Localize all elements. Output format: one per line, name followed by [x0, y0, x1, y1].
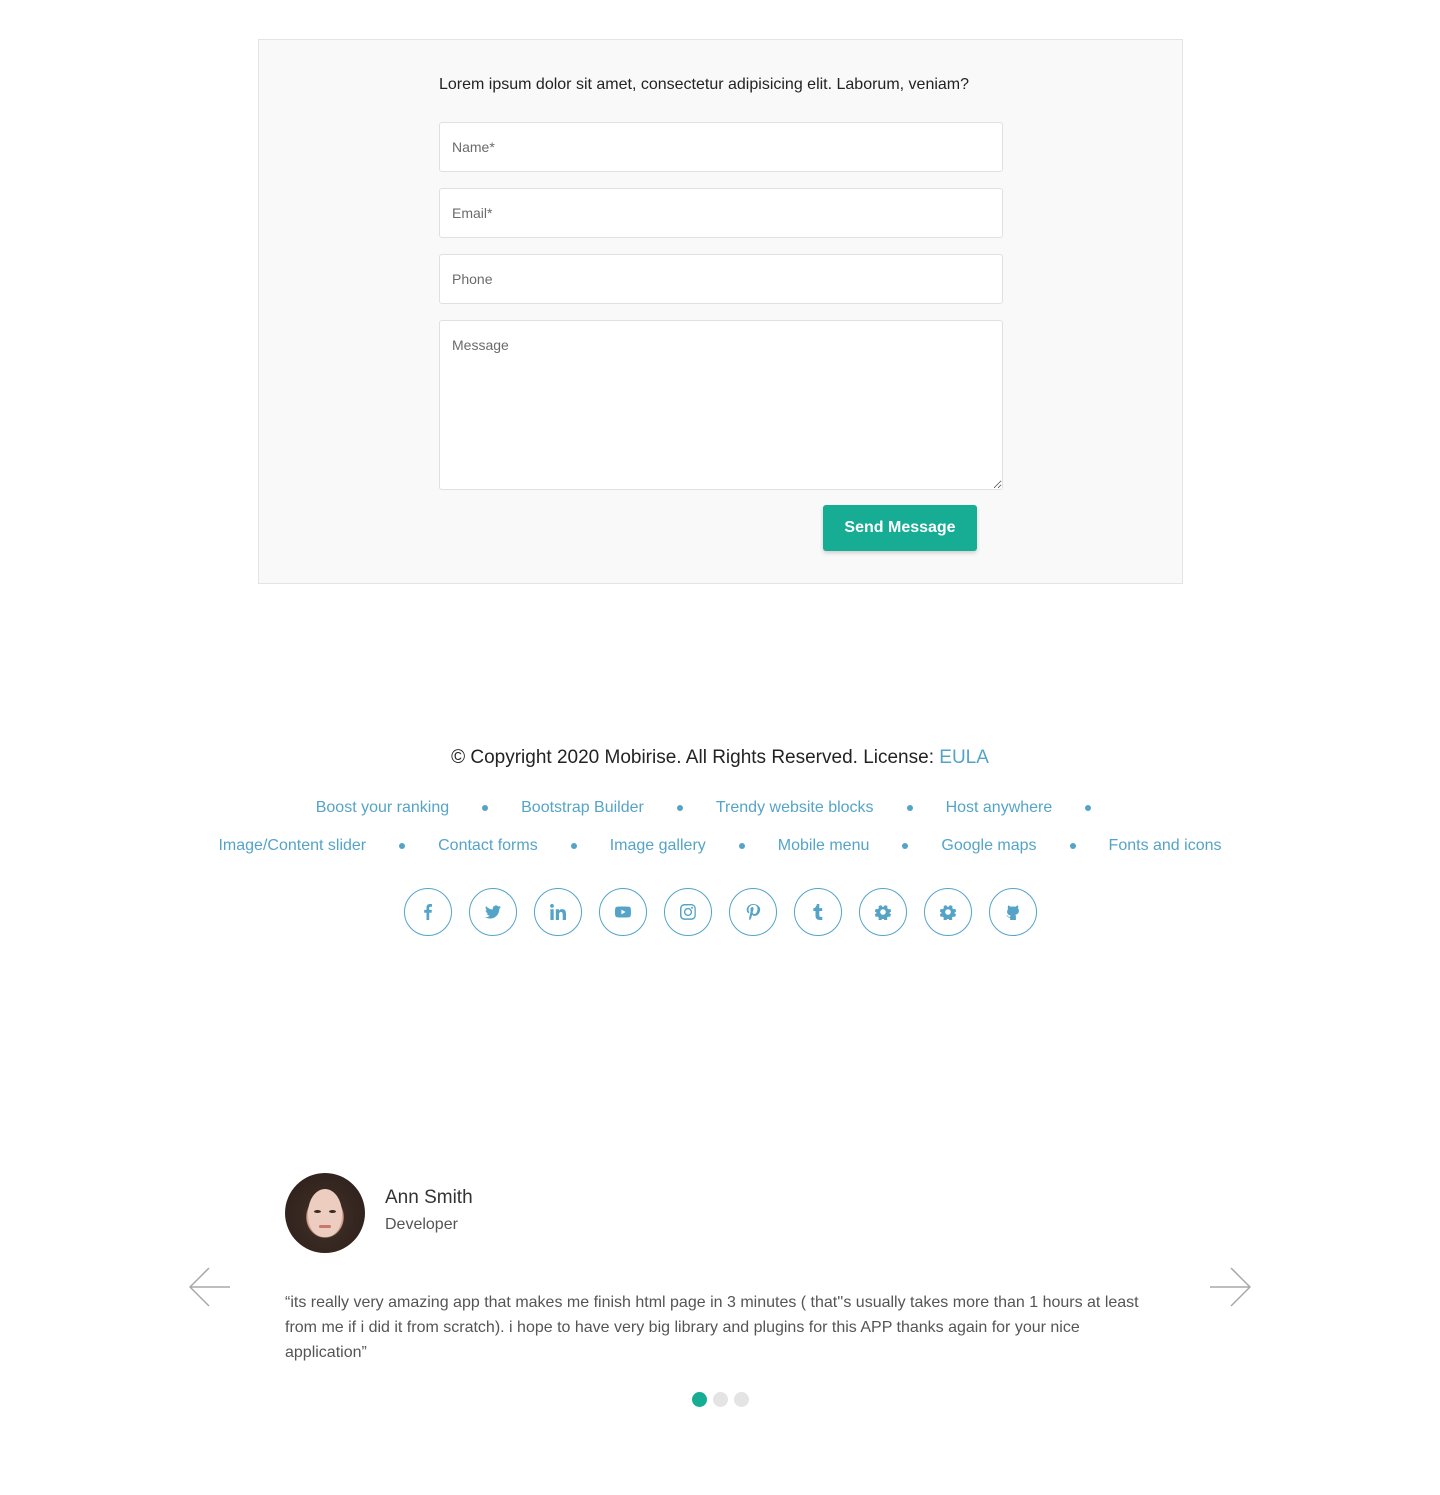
- footer-link-bootstrap-builder[interactable]: Bootstrap Builder: [521, 799, 644, 817]
- separator-dot: [1069, 843, 1076, 849]
- footer-link-fonts-icons[interactable]: Fonts and icons: [1109, 837, 1222, 855]
- email-input[interactable]: [439, 188, 1003, 238]
- footer-link-image-gallery[interactable]: Image gallery: [610, 837, 706, 855]
- footer-link-mobile-menu[interactable]: Mobile menu: [778, 837, 870, 855]
- avatar-mouth: [319, 1225, 331, 1228]
- linkedin-icon[interactable]: [533, 888, 582, 936]
- social-icons: [0, 888, 1440, 936]
- footer-link-trendy-blocks[interactable]: Trendy website blocks: [716, 799, 874, 817]
- separator-dot: [399, 843, 406, 849]
- gear-icon[interactable]: [923, 888, 972, 936]
- carousel-next-arrow[interactable]: [1209, 1267, 1252, 1307]
- message-textarea[interactable]: [439, 320, 1003, 490]
- carousel-indicator-3[interactable]: [733, 1392, 749, 1407]
- name-input[interactable]: [439, 122, 1003, 172]
- pinterest-icon[interactable]: [728, 888, 777, 936]
- phone-input[interactable]: [439, 254, 1003, 304]
- separator-dot: [482, 805, 489, 811]
- footer-link-host-anywhere[interactable]: Host anywhere: [946, 799, 1053, 817]
- twitter-icon[interactable]: [468, 888, 517, 936]
- carousel-prev-arrow[interactable]: [188, 1267, 231, 1307]
- footer-links-row-2: Image/Content slider Contact forms Image…: [0, 837, 1440, 855]
- separator-dot: [738, 843, 745, 849]
- separator-dot: [906, 805, 913, 811]
- avatar-eye: [314, 1210, 321, 1213]
- youtube-icon[interactable]: [598, 888, 647, 936]
- carousel-indicator-2[interactable]: [712, 1392, 728, 1407]
- send-message-button[interactable]: Send Message: [823, 505, 977, 551]
- copyright-text: © Copyright 2020 Mobirise. All Rights Re…: [0, 747, 1440, 769]
- instagram-icon[interactable]: [663, 888, 712, 936]
- separator-dot: [676, 805, 683, 811]
- separator-dot: [1085, 805, 1092, 811]
- footer-links-row-1: Boost your ranking Bootstrap Builder Tre…: [0, 799, 1440, 817]
- testimonial-quote: “its really very amazing app that makes …: [285, 1294, 1139, 1361]
- github-icon[interactable]: [988, 888, 1037, 936]
- avatar: [285, 1173, 365, 1253]
- avatar-eye: [329, 1210, 336, 1213]
- facebook-icon[interactable]: [403, 888, 452, 936]
- footer-link-image-slider[interactable]: Image/Content slider: [218, 837, 366, 855]
- testimonial-role: Developer: [385, 1216, 458, 1233]
- copyright-label: © Copyright 2020 Mobirise. All Rights Re…: [451, 747, 940, 768]
- footer-link-boost-ranking[interactable]: Boost your ranking: [316, 799, 449, 817]
- footer-link-google-maps[interactable]: Google maps: [941, 837, 1036, 855]
- arrow-right-icon: [1210, 1267, 1252, 1307]
- testimonial-name: Ann Smith: [385, 1187, 473, 1208]
- tumblr-icon[interactable]: [793, 888, 842, 936]
- separator-dot: [570, 843, 577, 849]
- form-intro-text: Lorem ipsum dolor sit amet, consectetur …: [439, 76, 970, 93]
- arrow-left-icon: [188, 1267, 230, 1307]
- footer-link-contact-forms[interactable]: Contact forms: [438, 837, 538, 855]
- eula-link[interactable]: EULA: [939, 747, 989, 768]
- carousel-indicators: [0, 1392, 1440, 1407]
- separator-dot: [902, 843, 909, 849]
- gear-icon[interactable]: [858, 888, 907, 936]
- contact-form-card: Lorem ipsum dolor sit amet, consectetur …: [258, 39, 1183, 584]
- avatar-face: [308, 1189, 342, 1237]
- carousel-indicator-1[interactable]: [691, 1392, 707, 1407]
